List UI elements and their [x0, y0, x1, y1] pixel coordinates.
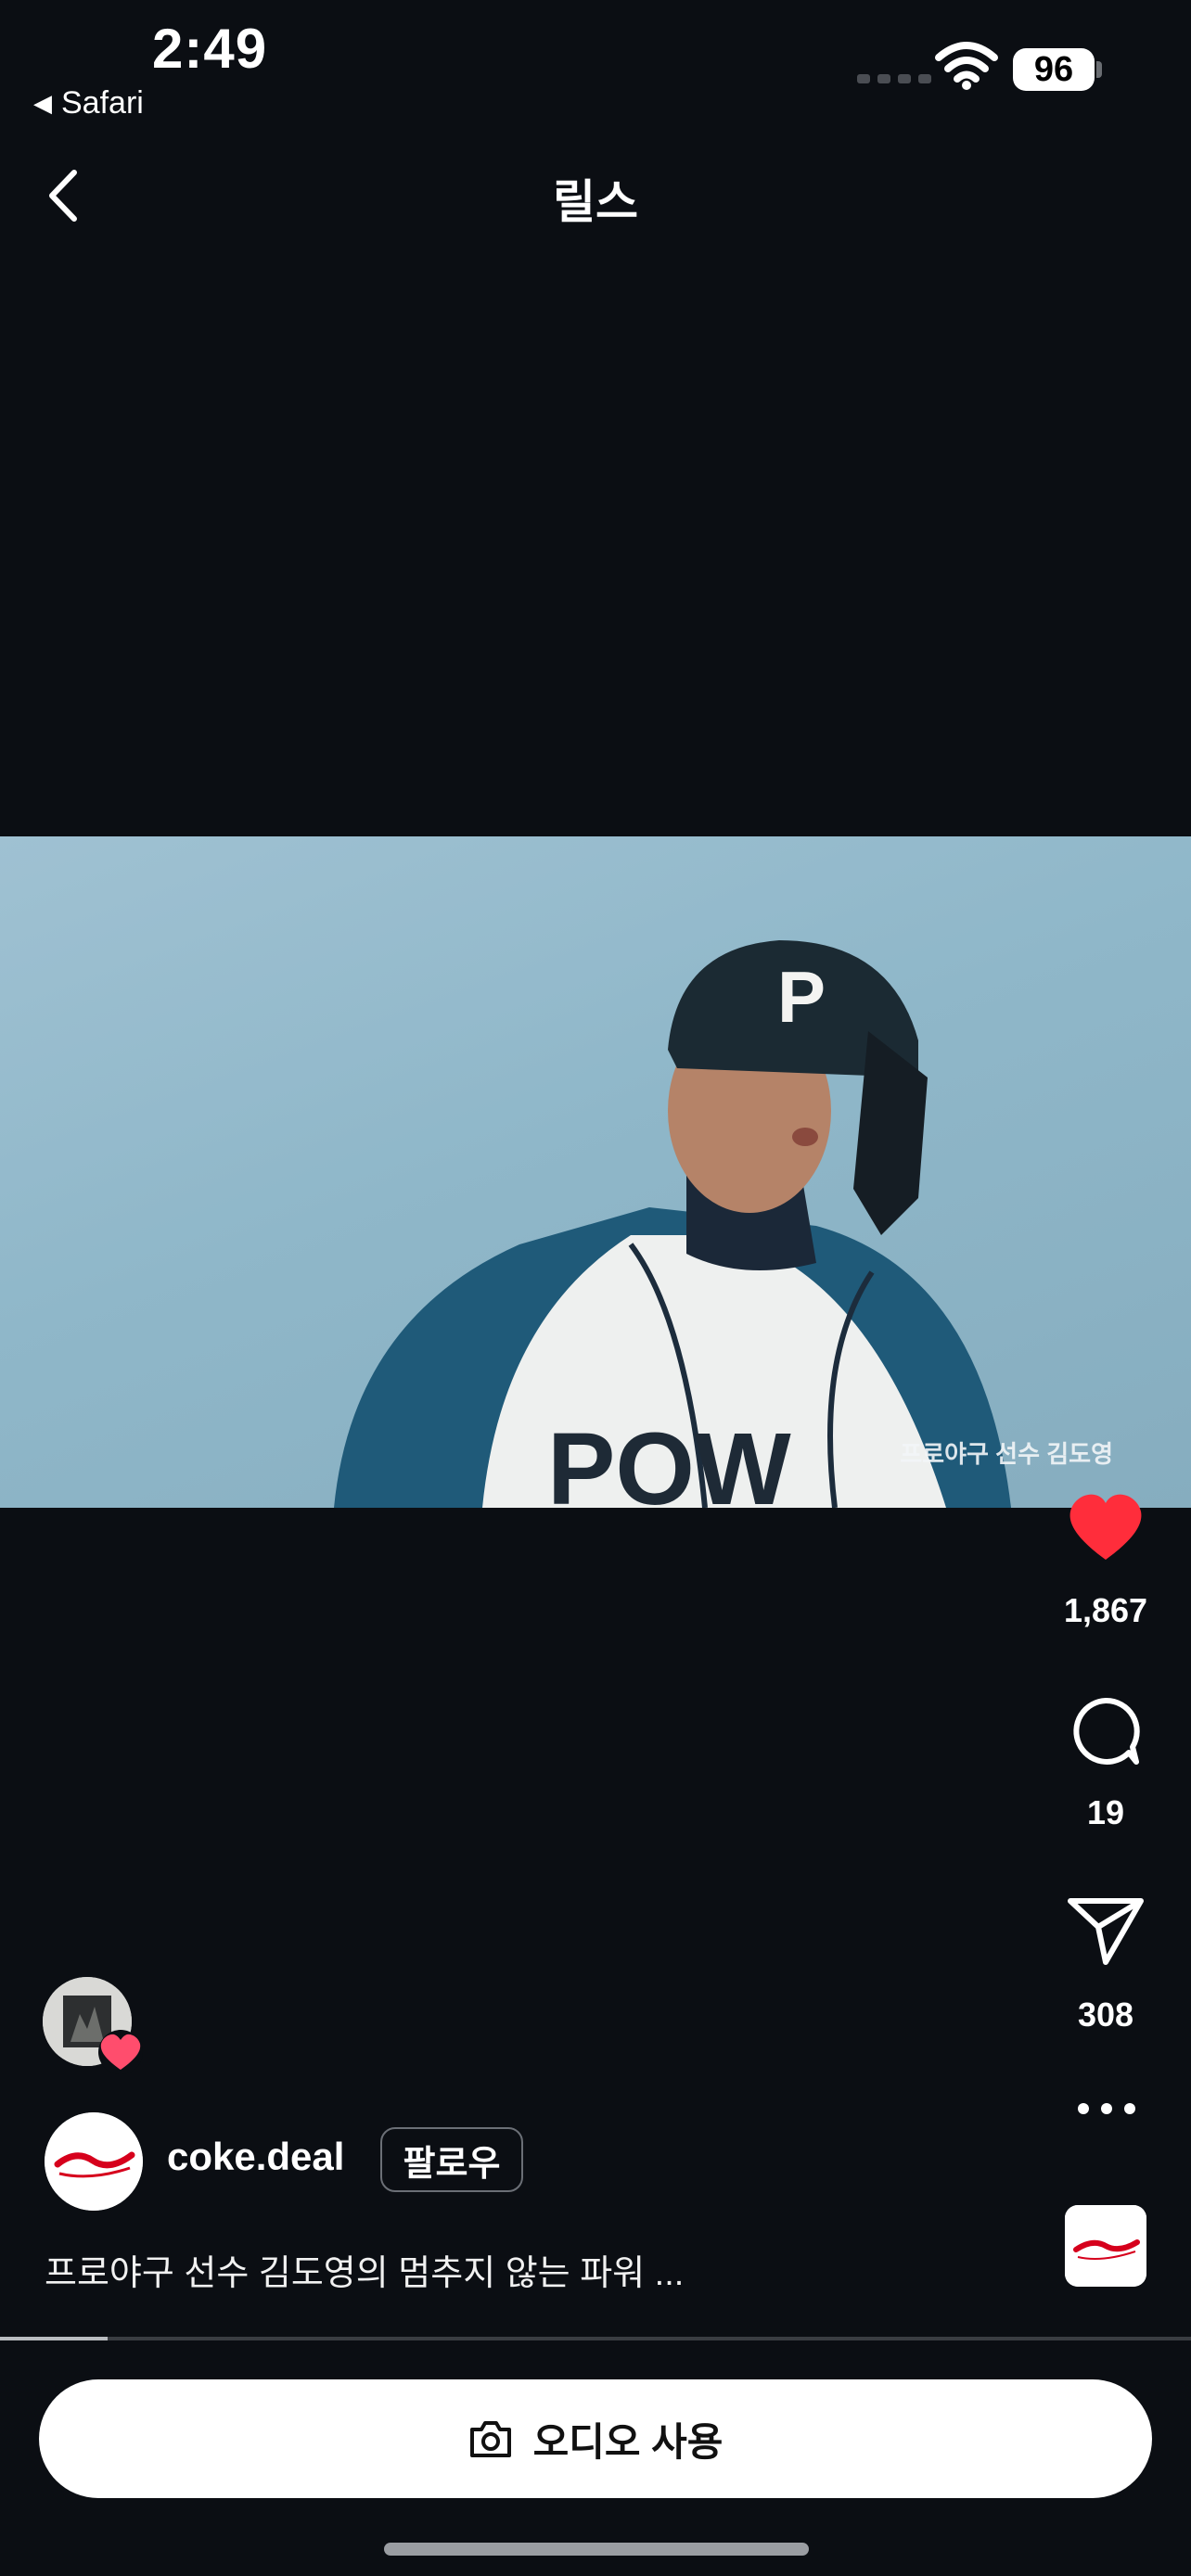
author-username[interactable]: coke.deal	[167, 2135, 344, 2179]
liked-by-heart-icon	[98, 2030, 143, 2074]
post-caption[interactable]: 프로야구 선수 김도영의 멈추지 않는 파워 ...	[45, 2244, 684, 2295]
use-audio-button[interactable]: 오디오 사용	[39, 2379, 1152, 2498]
back-app-label: Safari	[61, 85, 144, 121]
more-options-icon[interactable]	[1074, 2101, 1139, 2116]
follow-button[interactable]: 팔로우	[380, 2127, 523, 2192]
back-to-safari[interactable]: ◀ Safari	[33, 85, 144, 121]
use-audio-label: 오디오 사용	[532, 2419, 724, 2464]
baseball-player-image: POW P	[334, 940, 1011, 1508]
coca-cola-logo-icon	[45, 2112, 143, 2211]
share-count: 308	[1077, 1996, 1134, 2034]
wifi-icon	[935, 42, 998, 90]
status-time: 2:49	[152, 18, 268, 80]
back-triangle-icon: ◀	[33, 89, 52, 117]
battery-indicator: 96	[1013, 48, 1095, 91]
author-avatar[interactable]	[45, 2112, 143, 2211]
camera-icon	[469, 2421, 511, 2457]
video-overlay-caption: 프로야구 선수 김도영	[900, 1440, 1113, 1468]
home-indicator[interactable]	[384, 2543, 809, 2556]
comment-icon[interactable]	[1069, 1695, 1142, 1767]
svg-text:POW: POW	[547, 1412, 791, 1508]
heart-icon[interactable]	[1067, 1493, 1145, 1563]
like-count: 1,867	[1063, 1591, 1148, 1629]
audio-track-thumbnail[interactable]	[1065, 2205, 1146, 2287]
svg-text:P: P	[777, 956, 826, 1038]
send-icon[interactable]	[1067, 1895, 1145, 1966]
reel-video[interactable]: POW P 프로야구 선수 김도영	[0, 836, 1191, 1508]
page-title: 릴스	[553, 176, 638, 228]
video-progress-fill	[0, 2337, 108, 2340]
cellular-signal-icon	[857, 74, 931, 83]
video-progress-track[interactable]	[0, 2337, 1191, 2340]
coca-cola-logo-icon	[1065, 2205, 1146, 2287]
battery-tip	[1096, 61, 1102, 78]
comment-count: 19	[1086, 1793, 1125, 1831]
